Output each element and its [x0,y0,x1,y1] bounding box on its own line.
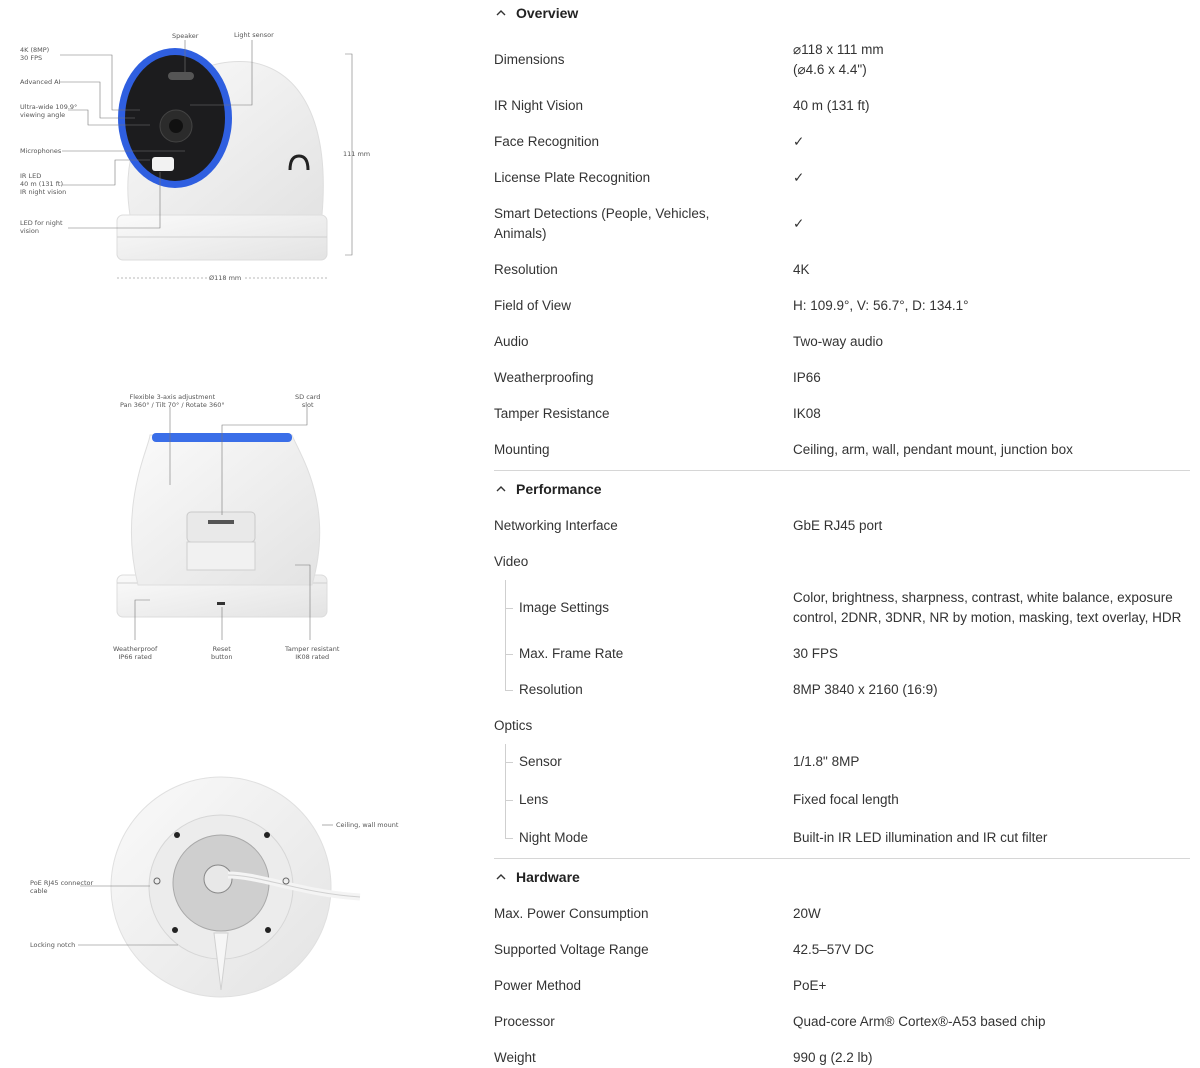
spec-key: IR Night Vision [494,98,584,113]
spec-value: 4K [793,262,810,277]
callout-microphones: Microphones [20,147,62,155]
spec-key: Processor [494,1014,555,1029]
spec-key: Weight [494,1050,536,1065]
front-view-figure: Speaker Light sensor 4K (8MP) 30 FPS Adv… [0,0,470,300]
section-header-overview[interactable]: Overview [494,5,578,21]
spec-value: H: 109.9°, V: 56.7°, D: 134.1° [793,298,969,313]
spec-key: Smart Detections (People, Vehicles, Anim… [494,206,710,241]
bottom-view-figure: Ceiling, wall mount PoE RJ45 connector c… [0,765,470,1025]
callout-tamper-resistant: Tamper resistant IK08 rated [285,645,340,661]
spec-key: Audio [494,334,529,349]
tree-line [505,580,506,690]
callout-sd-card-slot: SD card slot [295,393,321,409]
spec-key: Face Recognition [494,134,600,149]
spec-value: Built-in IR LED illumination and IR cut … [793,830,1048,845]
spec-key: Night Mode [519,830,589,845]
callout-locking-notch: Locking notch [30,941,76,949]
spec-value: GbE RJ45 port [793,518,883,533]
tree-tick [505,800,513,801]
spec-key: License Plate Recognition [494,170,651,185]
spec-key: Sensor [519,754,562,769]
tree-tick [505,762,513,763]
spec-value: Color, brightness, sharpness, contrast, … [793,590,1182,625]
spec-key: Power Method [494,978,582,993]
spec-value: Fixed focal length [793,792,899,807]
spec-key: Resolution [494,262,558,277]
spec-value: 30 FPS [793,646,839,661]
section-header-hardware[interactable]: Hardware [494,869,580,885]
spec-value: PoE+ [793,978,827,993]
section-divider [494,470,1190,471]
callout-speaker: Speaker [172,32,199,40]
spec-key: Max. Power Consumption [494,906,649,921]
spec-value: IK08 [793,406,821,421]
spec-value: Quad-core Arm® Cortex®-A53 based chip [793,1014,1046,1029]
tree-line [505,744,506,838]
section-divider [494,858,1190,859]
callout-diameter: Ø118 mm [207,274,244,282]
spec-value: 42.5–57V DC [793,942,875,957]
spec-key: Mounting [494,442,550,457]
chevron-up-icon [496,486,506,492]
spec-key: Tamper Resistance [494,406,610,421]
spec-key: Resolution [519,682,583,697]
camera-bottom-illustration [78,776,361,998]
callout-reset-button: Reset button [211,645,233,661]
tree-tick [505,654,513,655]
spec-value: 40 m (131 ft) [793,98,870,113]
section-title: Performance [516,481,602,497]
spec-value: IP66 [793,370,821,385]
spec-key: Field of View [494,298,572,313]
chevron-up-icon [496,874,506,880]
spec-key: Networking Interface [494,518,618,533]
spec-group-label: Video [494,554,529,569]
callout-viewing-angle: Ultra-wide 109.9° viewing angle [20,103,78,119]
chevron-up-icon [496,10,506,16]
section-title: Overview [516,5,579,21]
spec-value: Two-way audio [793,334,884,349]
tree-tick [505,838,513,839]
back-view-figure: Flexible 3-axis adjustment Pan 360° / Ti… [0,385,470,675]
spec-value: 20W [793,906,821,921]
spec-value: 990 g (2.2 lb) [793,1050,873,1065]
spec-value: 1/1.8" 8MP [793,754,860,769]
camera-back-illustration [116,407,328,640]
check-mark: ✓ [793,170,805,185]
spec-key: Supported Voltage Range [494,942,649,957]
callout-resolution: 4K (8MP) 30 FPS [20,46,50,62]
callout-height: 111 mm [343,150,371,158]
camera-front-illustration [60,40,353,279]
callout-ir-led: IR LED 40 m (131 ft) IR night vision [20,172,67,196]
spec-value: ⌀118 x 111 mm (⌀4.6 x 4.4") [793,42,884,77]
callout-poe-cable: PoE RJ45 connector cable [30,879,94,895]
callout-weatherproof: Weatherproof IP66 rated [113,645,158,661]
callout-night-led: LED for night vision [20,219,63,235]
check-mark: ✓ [793,134,805,149]
check-mark: ✓ [793,216,805,231]
tree-tick [505,690,513,691]
spec-group-label: Optics [494,718,533,733]
product-diagrams: Speaker Light sensor 4K (8MP) 30 FPS Adv… [0,0,470,1067]
spec-key: Weatherproofing [494,370,594,385]
callout-advanced-ai: Advanced AI [20,78,61,86]
callout-light-sensor: Light sensor [234,31,274,39]
spec-key: Max. Frame Rate [519,646,624,661]
section-title: Hardware [516,869,580,885]
spec-value: Ceiling, arm, wall, pendant mount, junct… [793,442,1073,457]
callout-ceiling-wall-mount: Ceiling, wall mount [336,821,399,829]
spec-key: Lens [519,792,549,807]
spec-key: Dimensions [494,52,565,67]
spec-value: 8MP 3840 x 2160 (16:9) [793,682,938,697]
tree-tick [505,608,513,609]
section-header-performance[interactable]: Performance [494,481,602,497]
callout-3-axis-adjustment: Flexible 3-axis adjustment Pan 360° / Ti… [120,393,225,409]
spec-key: Image Settings [519,600,610,615]
